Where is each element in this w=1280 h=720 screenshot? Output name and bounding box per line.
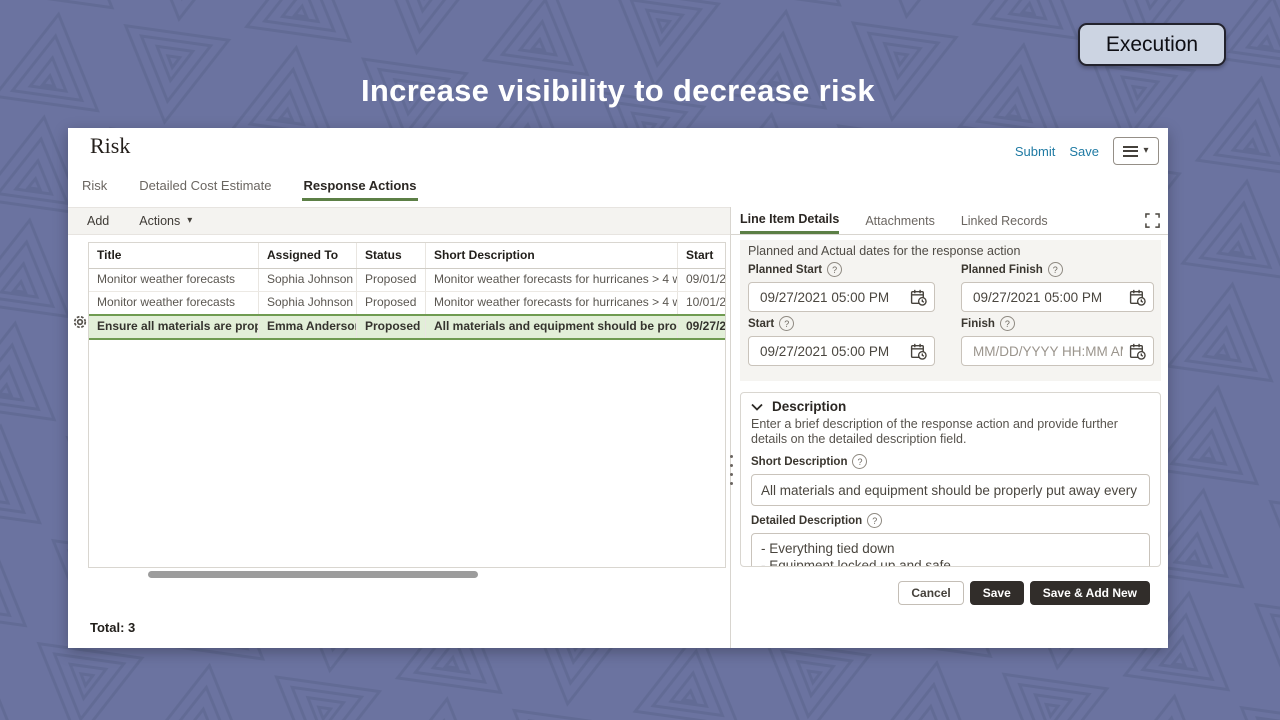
cell-short-description: All materials and equipment should be pr… [426,316,678,338]
start-field [748,336,935,366]
slide-title: Increase visibility to decrease risk [361,73,875,108]
label-text: Short Description [751,455,848,468]
help-icon[interactable]: ? [999,316,1015,331]
details-tabs: Line Item Details Attachments Linked Rec… [731,207,1168,235]
column-header-start[interactable]: Start [678,243,725,268]
description-title: Description [772,399,847,414]
cell-short-description: Monitor weather forecasts for hurricanes… [426,292,678,314]
column-header-assigned-to[interactable]: Assigned To [259,243,357,268]
horizontal-scrollbar[interactable] [148,571,478,578]
slide: Execution Increase visibility to decreas… [0,0,1280,720]
tab-line-item-details[interactable]: Line Item Details [740,207,840,234]
start-input[interactable] [758,342,906,360]
detailed-description-textarea[interactable]: - Everything tied down - Equipment locke… [751,533,1150,566]
cell-status: Proposed [357,316,426,338]
cell-assigned-to: Sophia Johnson [259,292,357,314]
actions-label: Actions [139,214,181,228]
cell-start: 09/01/2 [686,272,725,286]
planned-finish-label: Planned Finish ? [961,262,1154,277]
grid-toolbar: Add Actions ▾ [68,207,730,235]
label-text: Detailed Description [751,514,863,527]
cell-status: Proposed [357,269,426,291]
table-row-selected[interactable]: Ensure all materials are proper... Emma … [89,314,725,340]
menu-button[interactable]: ▾ [1113,137,1159,165]
caret-down-icon: ▾ [187,215,193,226]
label-text: Finish [961,317,995,330]
caret-down-icon: ▾ [1143,145,1149,156]
header-actions: Submit Save ▾ [1015,137,1159,165]
calendar-clock-icon[interactable] [910,343,927,360]
table-total: Total: 3 [90,620,136,635]
detailed-description-label: Detailed Description ? [751,513,1150,528]
finish-label: Finish ? [961,316,1154,331]
planned-finish-field [961,282,1154,312]
short-description-input[interactable] [751,474,1150,506]
tab-response-actions[interactable]: Response Actions [301,176,419,201]
tab-attachments[interactable]: Attachments [865,207,934,234]
short-description-label: Short Description ? [751,454,1150,469]
label-text: Planned Start [748,263,823,276]
row-gear-icon[interactable] [72,314,88,330]
cell-assigned-to: Emma Anderson [259,316,357,338]
cell-title: Monitor weather forecasts [89,292,259,314]
table-row[interactable]: Monitor weather forecasts Sophia Johnson… [89,292,725,315]
table-header-row: Title Assigned To Status Short Descripti… [89,243,725,269]
tab-detailed-cost-estimate[interactable]: Detailed Cost Estimate [137,176,273,201]
label-text: Start [748,317,775,330]
phase-badge: Execution [1078,23,1226,66]
finish-field [961,336,1154,366]
planned-finish-input[interactable] [971,288,1125,306]
column-header-status[interactable]: Status [357,243,426,268]
help-icon[interactable]: ? [779,316,795,331]
response-actions-table: Title Assigned To Status Short Descripti… [88,242,726,568]
cell-short-description: Monitor weather forecasts for hurricanes… [426,269,678,291]
app-window: Risk Submit Save ▾ Risk Detailed Cost Es… [68,128,1168,648]
main-tabs: Risk Detailed Cost Estimate Response Act… [80,176,419,201]
description-section: Description Enter a brief description of… [740,392,1161,567]
planned-start-label: Planned Start ? [748,262,935,277]
calendar-clock-icon[interactable] [910,289,927,306]
page-title: Risk [90,133,131,158]
description-help-text: Enter a brief description of the respons… [751,417,1118,446]
help-icon[interactable]: ? [827,262,843,277]
column-header-short-description[interactable]: Short Description [426,243,678,268]
help-icon[interactable]: ? [867,513,883,528]
help-icon[interactable]: ? [852,454,868,469]
save-link[interactable]: Save [1069,144,1099,159]
calendar-clock-icon[interactable] [1129,343,1146,360]
dates-summary: Planned and Actual dates for the respons… [748,244,1021,258]
calendar-clock-icon[interactable] [1129,289,1146,306]
collapse-chevron-icon[interactable] [751,403,763,411]
expand-panel-button[interactable] [1145,207,1160,234]
submit-link[interactable]: Submit [1015,144,1055,159]
table-row[interactable]: Monitor weather forecasts Sophia Johnson… [89,269,725,292]
tab-risk[interactable]: Risk [80,176,109,201]
details-actions: Cancel Save Save & Add New [731,581,1161,605]
cell-start: 10/01/2 [686,295,725,309]
cell-status: Proposed [357,292,426,314]
save-add-new-button[interactable]: Save & Add New [1029,581,1150,605]
column-header-title[interactable]: Title [89,243,259,268]
add-button[interactable]: Add [87,214,109,228]
tab-linked-records[interactable]: Linked Records [961,207,1048,234]
dates-section: Planned and Actual dates for the respons… [740,240,1161,381]
cell-title: Monitor weather forecasts [89,269,259,291]
cell-start: 09/27/2 [686,319,725,333]
expand-icon [1145,213,1160,228]
start-label: Start ? [748,316,935,331]
planned-start-input[interactable] [758,288,906,306]
cell-assigned-to: Sophia Johnson [259,269,357,291]
cancel-button[interactable]: Cancel [898,581,964,605]
actions-menu-button[interactable]: Actions ▾ [139,214,192,228]
save-button[interactable]: Save [969,581,1024,605]
planned-start-field [748,282,935,312]
help-icon[interactable]: ? [1047,262,1063,277]
cell-title: Ensure all materials are proper... [89,316,259,338]
label-text: Planned Finish [961,263,1043,276]
hamburger-icon [1123,145,1139,157]
panel-splitter-handle[interactable] [727,455,735,485]
finish-input[interactable] [971,342,1125,360]
